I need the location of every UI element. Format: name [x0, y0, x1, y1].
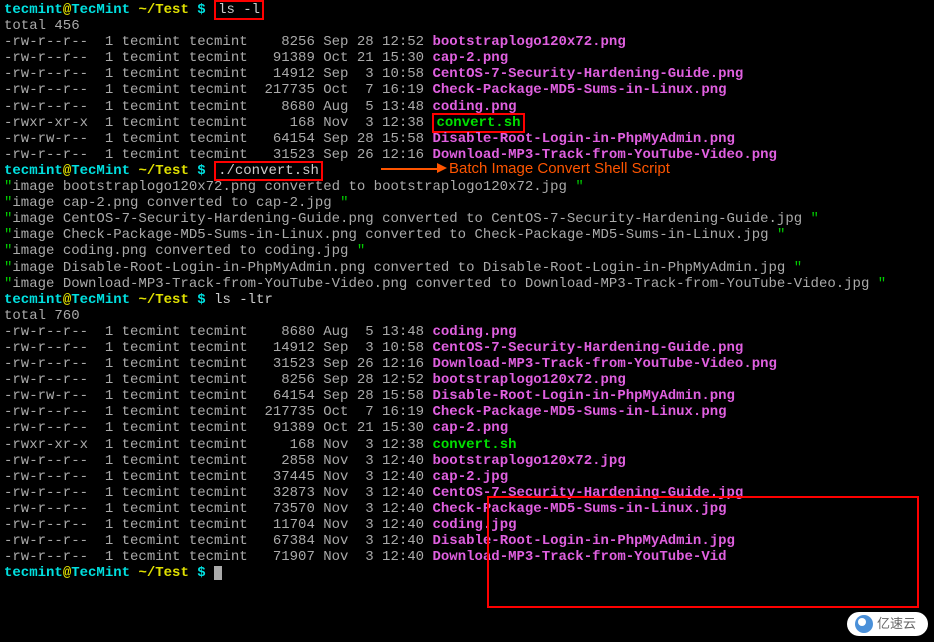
watermark-icon — [855, 615, 873, 633]
annotation-label: Batch Image Convert Shell Script — [449, 160, 670, 177]
script-output-line: "image bootstraplogo120x72.png converted… — [4, 179, 930, 195]
annotation-arrow — [381, 168, 437, 170]
file-row: -rw-r--r-- 1 tecmint tecmint 8256 Sep 28… — [4, 34, 930, 50]
total-line: total 456 — [4, 18, 930, 34]
total-line: total 760 — [4, 308, 930, 324]
file-row: -rw-r--r-- 1 tecmint tecmint 2858 Nov 3 … — [4, 453, 930, 469]
script-output-line: "image Download-MP3-Track-from-YouTube-V… — [4, 276, 930, 292]
script-output-line: "image cap-2.png converted to cap-2.jpg … — [4, 195, 930, 211]
cursor — [214, 566, 222, 580]
script-output-line: "image coding.png converted to coding.jp… — [4, 243, 930, 259]
file-row: -rw-rw-r-- 1 tecmint tecmint 64154 Sep 2… — [4, 131, 930, 147]
prompt-line: tecmint@TecMint ~/Test $ ls -l — [4, 2, 930, 18]
highlight-box-cmd: ls -l — [214, 0, 264, 20]
file-row: -rw-r--r-- 1 tecmint tecmint 8256 Sep 28… — [4, 372, 930, 388]
terminal-output[interactable]: tecmint@TecMint ~/Test $ ls -ltotal 456-… — [4, 2, 930, 581]
file-row: -rw-r--r-- 1 tecmint tecmint 217735 Oct … — [4, 82, 930, 98]
watermark-text: 亿速云 — [877, 617, 916, 632]
file-row: -rw-r--r-- 1 tecmint tecmint 37445 Nov 3… — [4, 469, 930, 485]
script-output-line: "image CentOS-7-Security-Hardening-Guide… — [4, 211, 930, 227]
watermark-badge: 亿速云 — [847, 612, 928, 636]
highlight-box-cmd: ./convert.sh — [214, 161, 323, 181]
file-row: -rw-r--r-- 1 tecmint tecmint 217735 Oct … — [4, 404, 930, 420]
file-row: -rw-r--r-- 1 tecmint tecmint 14912 Sep 3… — [4, 66, 930, 82]
file-row: -rw-r--r-- 1 tecmint tecmint 14912 Sep 3… — [4, 340, 930, 356]
prompt-line: tecmint@TecMint ~/Test $ ls -ltr — [4, 292, 930, 308]
file-row: -rwxr-xr-x 1 tecmint tecmint 168 Nov 3 1… — [4, 115, 930, 131]
file-row: -rwxr-xr-x 1 tecmint tecmint 168 Nov 3 1… — [4, 437, 930, 453]
script-output-line: "image Check-Package-MD5-Sums-in-Linux.p… — [4, 227, 930, 243]
file-row: -rw-r--r-- 1 tecmint tecmint 31523 Sep 2… — [4, 356, 930, 372]
annotation-arrow-head — [437, 163, 447, 173]
script-output-line: "image Disable-Root-Login-in-PhpMyAdmin.… — [4, 260, 930, 276]
file-row: -rw-r--r-- 1 tecmint tecmint 91389 Oct 2… — [4, 50, 930, 66]
file-row: -rw-r--r-- 1 tecmint tecmint 8680 Aug 5 … — [4, 324, 930, 340]
highlight-box-new-files — [487, 496, 919, 608]
file-row: -rw-rw-r-- 1 tecmint tecmint 64154 Sep 2… — [4, 388, 930, 404]
highlight-box-file: convert.sh — [432, 113, 524, 133]
file-row: -rw-r--r-- 1 tecmint tecmint 91389 Oct 2… — [4, 420, 930, 436]
